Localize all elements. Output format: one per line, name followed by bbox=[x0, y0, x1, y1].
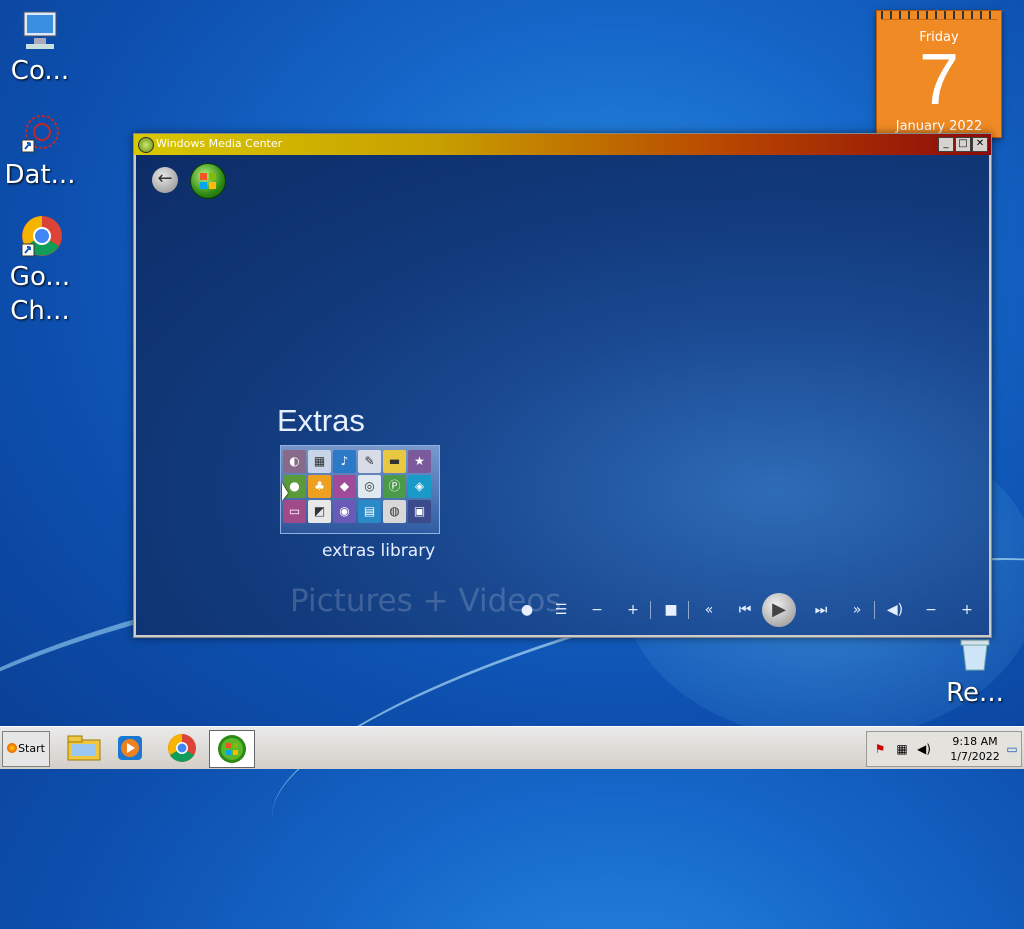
extras-app-icon: ▦ bbox=[308, 450, 331, 473]
media-center-icon bbox=[138, 137, 154, 153]
clock-date: 1/7/2022 bbox=[950, 750, 1000, 763]
close-button[interactable]: ✕ bbox=[972, 137, 988, 152]
desktop-icon-data-shortcut[interactable]: Dat... bbox=[0, 112, 80, 192]
taskbar: Start ⚑ ▦ ◀) 9:18 AM 1/7/2022 ▭ bbox=[0, 726, 1024, 769]
volume-icon[interactable]: ◀) bbox=[917, 742, 931, 756]
calendar-day: 7 bbox=[918, 40, 960, 120]
record-icon[interactable]: ● bbox=[516, 599, 538, 621]
tile-caption: extras library bbox=[322, 541, 436, 561]
transport-divider bbox=[688, 601, 689, 619]
desktop-icon-computer[interactable]: Co... bbox=[0, 8, 80, 88]
extras-app-icon: ▬ bbox=[383, 450, 406, 473]
chrome-icon bbox=[168, 734, 196, 762]
windows-flag-icon bbox=[200, 173, 216, 189]
fast-forward-icon[interactable]: » bbox=[846, 599, 868, 621]
extras-app-icon: ✎ bbox=[358, 450, 381, 473]
extras-app-icon: ♪ bbox=[333, 450, 356, 473]
previous-icon[interactable]: ⏮ bbox=[734, 599, 756, 621]
play-icon[interactable]: ▶ bbox=[762, 593, 796, 627]
start-button[interactable]: Start bbox=[2, 731, 50, 767]
channel-down-icon[interactable]: − bbox=[586, 599, 608, 621]
section-title: Extras bbox=[277, 403, 365, 438]
media-player-icon bbox=[118, 736, 142, 760]
action-center-flag-icon[interactable]: ⚑ bbox=[873, 742, 887, 756]
desktop-icon-label: Dat... bbox=[4, 160, 76, 190]
media-center-window[interactable]: Windows Media Center _ □ ✕ ← Extras ◐ ▦ … bbox=[133, 133, 992, 638]
extras-app-icon: ◉ bbox=[333, 500, 356, 523]
mouse-cursor-icon bbox=[282, 483, 288, 501]
extras-grid: ◐ ▦ ♪ ✎ ▬ ★ ● ♣ ◆ ◎ Ⓟ ◈ ▭ ◩ ◉ ▤ ◍ ▣ bbox=[283, 450, 432, 524]
transport-divider bbox=[650, 601, 651, 619]
windows-start-orb-icon[interactable] bbox=[190, 163, 226, 199]
transport-divider bbox=[874, 601, 875, 619]
extras-app-icon: ▭ bbox=[283, 500, 306, 523]
taskbar-file-explorer[interactable] bbox=[62, 730, 106, 766]
taskbar-media-center[interactable] bbox=[209, 730, 255, 768]
network-icon[interactable]: ▦ bbox=[895, 742, 909, 756]
extras-app-icon: ★ bbox=[408, 450, 431, 473]
rewind-icon[interactable]: « bbox=[698, 599, 720, 621]
calendar-month: January 2022 bbox=[895, 119, 983, 134]
computer-icon bbox=[16, 8, 64, 54]
desktop-icon-recycle-bin[interactable]: Re... bbox=[935, 636, 1015, 710]
recycle-bin-icon bbox=[951, 636, 999, 676]
extras-app-icon: ♣ bbox=[308, 475, 331, 498]
extras-app-icon: ▣ bbox=[408, 500, 431, 523]
media-center-icon bbox=[218, 735, 246, 763]
file-explorer-icon bbox=[67, 735, 101, 761]
start-label: Start bbox=[18, 742, 45, 755]
extras-app-icon: ◈ bbox=[408, 475, 431, 498]
data-shortcut-icon bbox=[16, 112, 64, 158]
window-title: Windows Media Center bbox=[156, 137, 283, 150]
extras-app-icon: ◎ bbox=[358, 475, 381, 498]
desktop-icon-label: Go... bbox=[9, 262, 71, 292]
system-tray: ⚑ ▦ ◀) 9:18 AM 1/7/2022 ▭ bbox=[866, 731, 1022, 767]
extras-app-icon: Ⓟ bbox=[383, 475, 406, 498]
mute-icon[interactable]: ◀) bbox=[884, 599, 906, 621]
google-chrome-icon bbox=[16, 214, 64, 260]
extras-app-icon: ◆ bbox=[333, 475, 356, 498]
minimize-button[interactable]: _ bbox=[938, 137, 954, 152]
stop-icon[interactable]: ■ bbox=[660, 599, 682, 621]
taskbar-media-player[interactable] bbox=[108, 730, 152, 766]
desktop-icon-google-chrome[interactable]: Go... Ch... bbox=[0, 214, 80, 328]
extras-app-icon: ◐ bbox=[283, 450, 306, 473]
window-titlebar[interactable]: Windows Media Center _ □ ✕ bbox=[134, 134, 991, 155]
volume-up-icon[interactable]: + bbox=[956, 599, 978, 621]
guide-icon[interactable]: ☰ bbox=[550, 599, 572, 621]
extras-app-icon: ▤ bbox=[358, 500, 381, 523]
extras-app-icon: ◍ bbox=[383, 500, 406, 523]
desktop-icon-label: Ch... bbox=[10, 296, 70, 326]
extras-app-icon: ◩ bbox=[308, 500, 331, 523]
back-arrow-icon[interactable]: ← bbox=[152, 167, 178, 193]
clock[interactable]: 9:18 AM 1/7/2022 bbox=[935, 734, 1015, 764]
channel-up-icon[interactable]: + bbox=[622, 599, 644, 621]
clock-time: 9:18 AM bbox=[952, 735, 998, 748]
windows-logo-icon bbox=[7, 743, 18, 753]
desktop-icon-label: Co... bbox=[10, 56, 70, 86]
next-icon[interactable]: ⏭ bbox=[810, 599, 832, 621]
maximize-button[interactable]: □ bbox=[955, 137, 971, 152]
taskbar-chrome[interactable] bbox=[160, 730, 204, 766]
calendar-rings bbox=[881, 11, 997, 20]
extras-library-tile[interactable]: ◐ ▦ ♪ ✎ ▬ ★ ● ♣ ◆ ◎ Ⓟ ◈ ▭ ◩ ◉ ▤ ◍ ▣ bbox=[280, 445, 440, 534]
volume-down-icon[interactable]: − bbox=[920, 599, 942, 621]
transport-controls: ● ☰ − + ■ « ⏮ ▶ ⏭ » ◀) − + bbox=[514, 593, 974, 627]
media-center-content: ← Extras ◐ ▦ ♪ ✎ ▬ ★ ● ♣ ◆ ◎ Ⓟ ◈ ▭ ◩ ◉ ▤… bbox=[136, 155, 989, 635]
desktop-icon-label: Re... bbox=[946, 678, 1004, 708]
calendar-gadget[interactable]: Friday 7 January 2022 bbox=[876, 10, 1002, 138]
show-desktop-icon[interactable]: ▭ bbox=[1005, 742, 1019, 756]
